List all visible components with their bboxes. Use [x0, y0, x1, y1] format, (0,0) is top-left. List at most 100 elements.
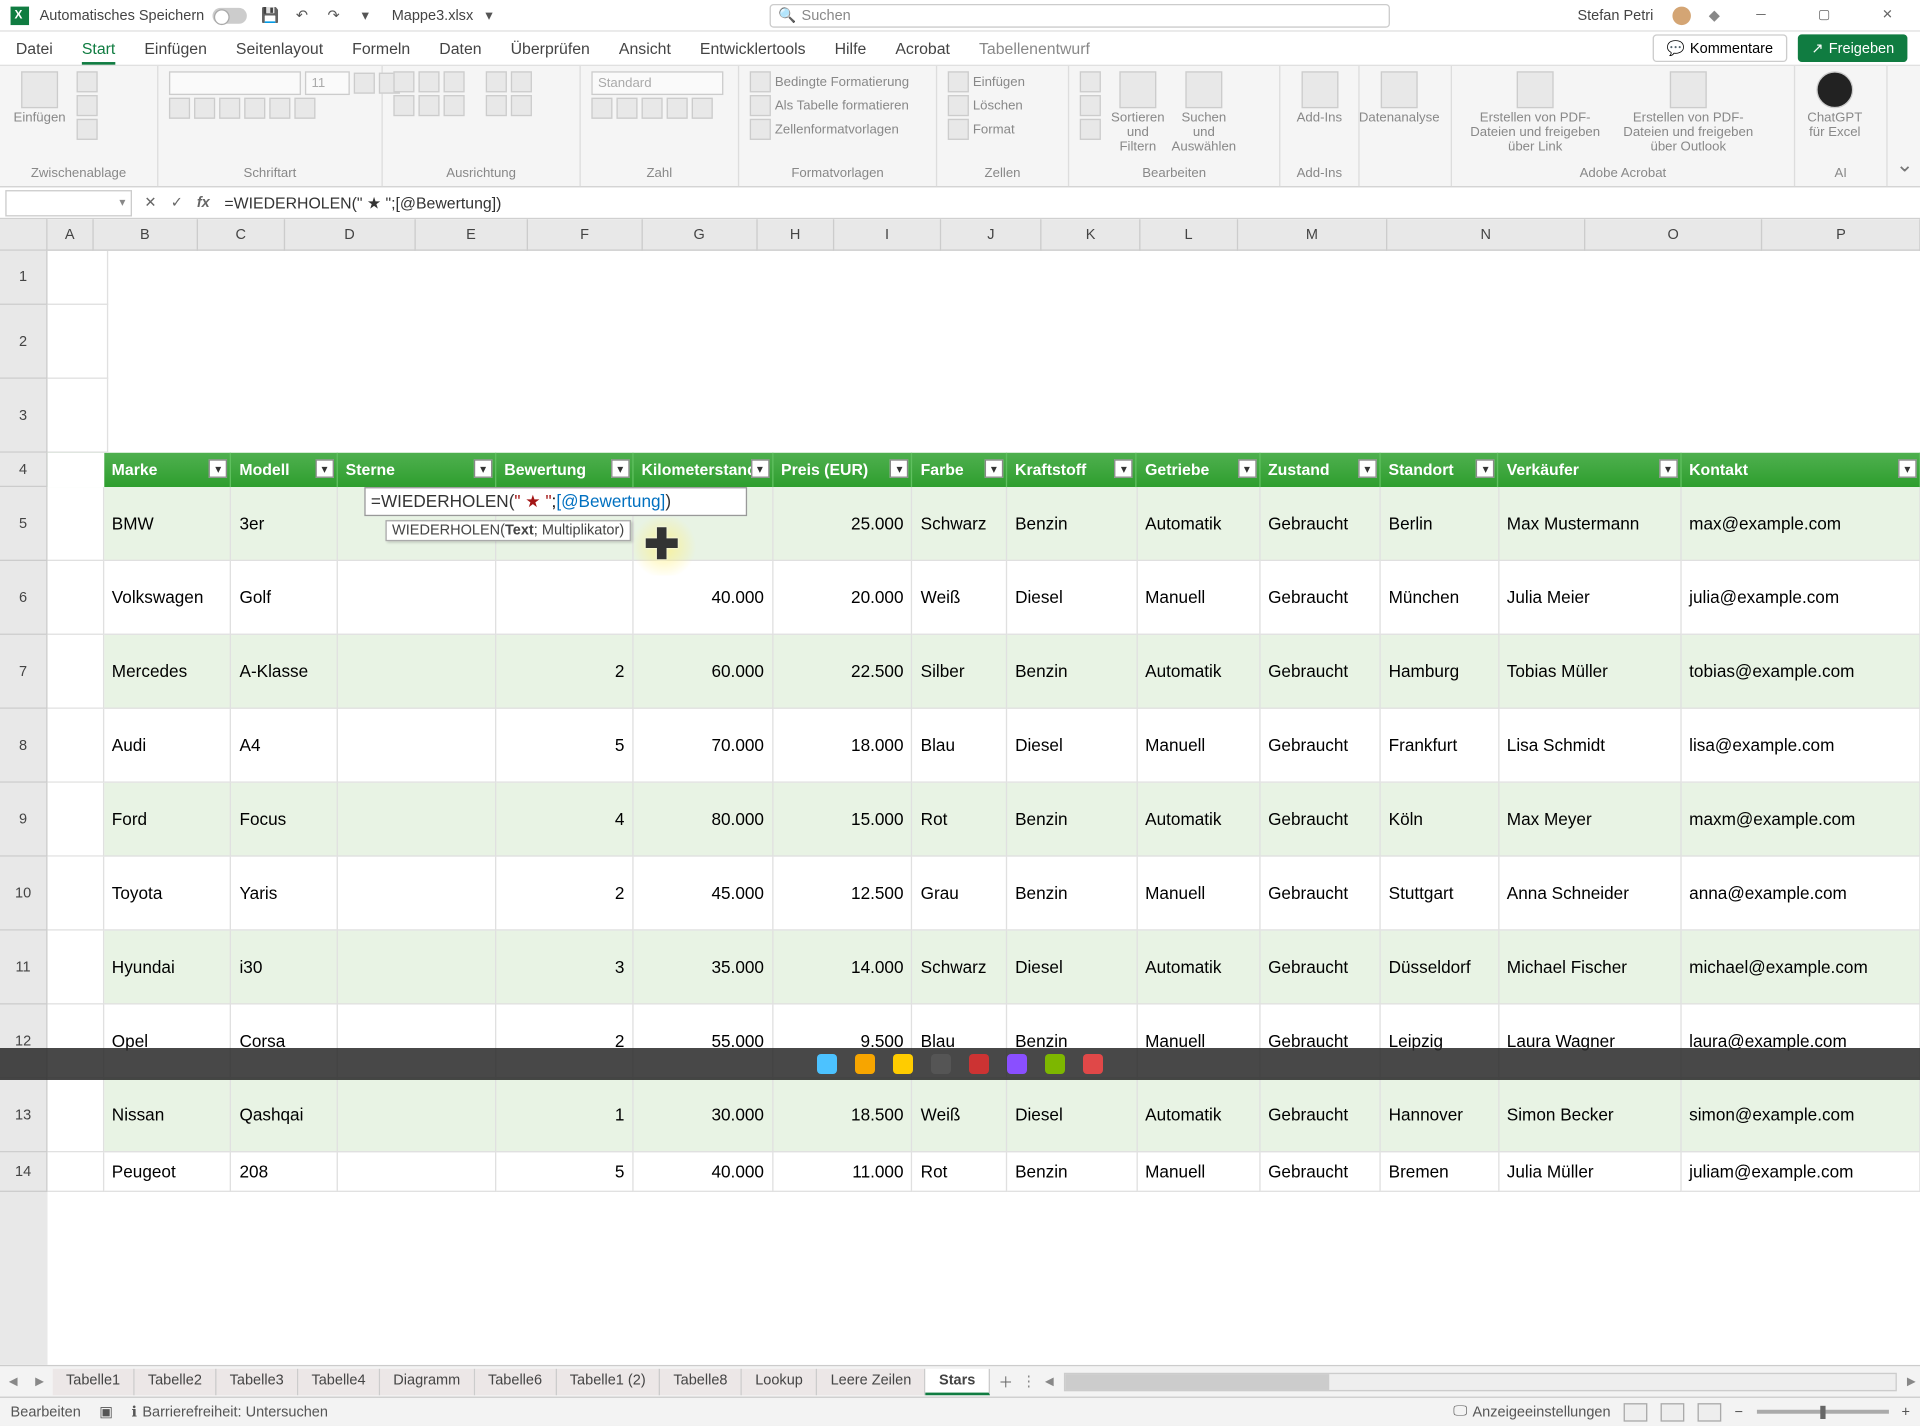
cell-modell[interactable]: Golf — [232, 561, 338, 635]
cell-bewertung[interactable]: 2 — [496, 857, 633, 931]
create-pdf-link-button[interactable]: Erstellen von PDF-Dateien und freigeben … — [1463, 71, 1608, 154]
cell-preis[interactable]: 18.500 — [773, 1078, 913, 1152]
cell-modell[interactable]: A4 — [232, 709, 338, 783]
sheet-nav-prev-icon[interactable]: ◄ — [0, 1373, 26, 1389]
tab-formeln[interactable]: Formeln — [350, 34, 413, 63]
filter-dropdown-icon[interactable]: ▾ — [209, 459, 227, 477]
view-page-layout-icon[interactable] — [1661, 1403, 1685, 1421]
header-marke[interactable]: Marke▾ — [104, 453, 232, 487]
cell-farbe[interactable]: Rot — [913, 1152, 1007, 1192]
col-header[interactable]: O — [1585, 219, 1763, 251]
header-standort[interactable]: Standort▾ — [1381, 453, 1499, 487]
header-km[interactable]: Kilometerstand▾ — [634, 453, 774, 487]
tab-ueberpruefen[interactable]: Überprüfen — [508, 34, 593, 63]
cell-modell[interactable]: Focus — [232, 783, 338, 857]
cell-sterne[interactable] — [338, 1152, 497, 1192]
number-format-input[interactable] — [591, 71, 723, 95]
cell-marke[interactable]: Mercedes — [104, 635, 232, 709]
orientation-icon[interactable] — [486, 71, 507, 92]
view-normal-icon[interactable] — [1624, 1403, 1648, 1421]
cell-farbe[interactable]: Weiß — [913, 561, 1007, 635]
cell[interactable] — [48, 857, 104, 931]
filter-dropdown-icon[interactable]: ▾ — [1115, 459, 1133, 477]
header-farbe[interactable]: Farbe▾ — [913, 453, 1007, 487]
cell-kontakt[interactable]: tobias@example.com — [1681, 635, 1920, 709]
clear-icon[interactable] — [1080, 119, 1101, 140]
cell-farbe[interactable]: Blau — [913, 709, 1007, 783]
cell-bewertung[interactable]: 2 — [496, 635, 633, 709]
cell-getriebe[interactable]: Manuell — [1137, 1152, 1260, 1192]
cell-verk[interactable]: Julia Müller — [1499, 1152, 1681, 1192]
align-middle-icon[interactable] — [418, 71, 439, 92]
cell[interactable] — [48, 453, 104, 487]
col-header[interactable]: C — [198, 219, 285, 251]
sheet-tab[interactable]: Tabelle3 — [216, 1368, 298, 1394]
currency-icon[interactable] — [591, 98, 612, 119]
decrease-decimal-icon[interactable] — [692, 98, 713, 119]
horizontal-scrollbar[interactable] — [1064, 1372, 1897, 1390]
cell-getriebe[interactable]: Automatik — [1137, 635, 1260, 709]
bold-icon[interactable] — [169, 98, 190, 119]
increase-decimal-icon[interactable] — [667, 98, 688, 119]
addins-button[interactable]: Add-Ins — [1291, 71, 1348, 125]
cell-km[interactable]: 40.000 — [634, 1152, 774, 1192]
taskbar-icon[interactable] — [931, 1054, 951, 1074]
filter-dropdown-icon[interactable]: ▾ — [1358, 459, 1376, 477]
cell-standort[interactable]: Düsseldorf — [1381, 931, 1499, 1005]
conditional-formatting-button[interactable]: Bedingte Formatierung — [750, 71, 909, 92]
header-modell[interactable]: Modell▾ — [231, 453, 337, 487]
cell-bewertung[interactable]: 1 — [496, 1078, 633, 1152]
cell-preis[interactable]: 25.000 — [773, 487, 913, 561]
sheet-tab[interactable]: Tabelle2 — [135, 1368, 217, 1394]
redo-icon[interactable]: ↷ — [324, 6, 342, 24]
cell-getriebe[interactable]: Manuell — [1137, 709, 1260, 783]
col-header[interactable]: H — [757, 219, 834, 251]
row-header[interactable]: 11 — [0, 931, 48, 1005]
cell-preis[interactable]: 11.000 — [773, 1152, 913, 1192]
cell-getriebe[interactable]: Manuell — [1137, 857, 1260, 931]
fill-color-icon[interactable] — [269, 98, 290, 119]
zoom-out-icon[interactable]: − — [1735, 1404, 1743, 1420]
sheet-tab[interactable]: Leere Zeilen — [817, 1368, 925, 1394]
sheet-tab[interactable]: Diagramm — [380, 1368, 475, 1394]
filename[interactable]: Mappe3.xlsx — [392, 7, 474, 23]
format-painter-icon[interactable] — [77, 119, 98, 140]
user-name[interactable]: Stefan Petri — [1577, 7, 1653, 23]
cell[interactable] — [48, 561, 104, 635]
sheet-nav-next-icon[interactable]: ► — [26, 1373, 52, 1389]
format-cells-button[interactable]: Format — [948, 119, 1015, 140]
header-sterne[interactable]: Sterne▾ — [338, 453, 497, 487]
undo-icon[interactable]: ↶ — [293, 6, 311, 24]
qat-dropdown-icon[interactable]: ▾ — [356, 6, 374, 24]
taskbar-icon[interactable] — [969, 1054, 989, 1074]
cell[interactable] — [48, 1152, 104, 1192]
filename-dropdown-icon[interactable]: ▾ — [480, 6, 498, 24]
align-top-icon[interactable] — [393, 71, 414, 92]
cell-km[interactable]: 70.000 — [634, 709, 774, 783]
cell-marke[interactable]: Nissan — [104, 1078, 232, 1152]
splitter-icon[interactable]: ⋮ — [1022, 1373, 1035, 1390]
border-icon[interactable] — [244, 98, 265, 119]
cell-kraft[interactable]: Benzin — [1007, 1152, 1137, 1192]
filter-dropdown-icon[interactable]: ▾ — [611, 459, 629, 477]
col-header[interactable]: J — [941, 219, 1042, 251]
cell-kraft[interactable]: Benzin — [1007, 487, 1137, 561]
cell-kraft[interactable]: Benzin — [1007, 857, 1137, 931]
cell-modell[interactable]: i30 — [232, 931, 338, 1005]
filter-dropdown-icon[interactable]: ▾ — [890, 459, 908, 477]
cell-marke[interactable]: BMW — [104, 487, 232, 561]
header-verkaeufer[interactable]: Verkäufer▾ — [1499, 453, 1681, 487]
col-header[interactable]: E — [415, 219, 528, 251]
header-getriebe[interactable]: Getriebe▾ — [1137, 453, 1260, 487]
cell-standort[interactable]: München — [1381, 561, 1499, 635]
cell-modell[interactable]: Yaris — [232, 857, 338, 931]
cell-standort[interactable]: Stuttgart — [1381, 857, 1499, 931]
decrease-indent-icon[interactable] — [486, 95, 507, 116]
name-box[interactable]: ▾ — [5, 189, 132, 215]
row-header[interactable]: 9 — [0, 783, 48, 857]
cell-sterne[interactable] — [338, 561, 497, 635]
row-header[interactable]: 2 — [0, 305, 48, 379]
cell-kraft[interactable]: Diesel — [1007, 561, 1137, 635]
row-header[interactable]: 5 — [0, 487, 48, 561]
cell-preis[interactable]: 18.000 — [773, 709, 913, 783]
